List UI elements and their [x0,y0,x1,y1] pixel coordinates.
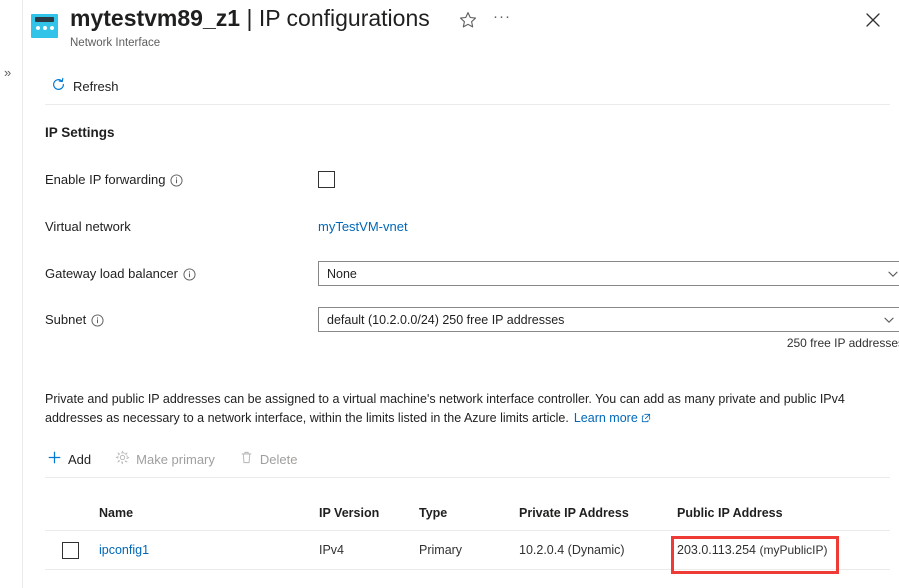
description-body: Private and public IP addresses can be a… [45,392,845,425]
public-ip-value: 203.0.113.254 [677,543,757,557]
external-link-icon [641,410,651,423]
gateway-load-balancer-label: Gateway load balancer [45,266,196,281]
virtual-network-label: Virtual network [45,219,131,234]
page-section-name: IP configurations [258,5,430,31]
table-header-row: Name IP Version Type Private IP Address … [45,496,890,530]
gear-icon [115,450,130,468]
refresh-button[interactable]: Refresh [51,74,119,98]
expand-sidebar-chevron-icon[interactable]: » [4,66,11,79]
refresh-label: Refresh [73,78,119,94]
gateway-load-balancer-value: None [327,266,357,281]
row-select-cell [45,541,99,559]
subnet-value: default (10.2.0.0/24) 250 free IP addres… [327,312,565,327]
ip-settings-heading: IP Settings [45,125,115,140]
toolbar-divider [45,477,890,478]
row-checkbox[interactable] [62,541,79,559]
title-separator: | [246,5,253,31]
make-primary-label: Make primary [136,451,215,467]
cell-name: ipconfig1 [99,543,319,557]
title-area: mytestvm89_z1 | IP configurations Networ… [70,3,430,50]
ip-configurations-table: Name IP Version Type Private IP Address … [45,496,890,570]
header-divider [45,104,890,105]
cell-private-ip: 10.2.0.4 (Dynamic) [519,543,625,557]
delete-label: Delete [259,451,298,467]
enable-ip-forwarding-label: Enable IP forwarding [45,172,183,187]
network-interface-icon [31,14,58,38]
subnet-dropdown[interactable]: default (10.2.0.0/24) 250 free IP addres… [318,307,899,332]
resource-type-subtitle: Network Interface [70,37,161,49]
resource-name: mytestvm89_z1 [70,5,241,31]
close-icon[interactable] [861,8,885,32]
info-icon[interactable] [183,268,196,281]
command-bar: Refresh [23,70,899,104]
virtual-network-link[interactable]: myTestVM-vnet [318,219,408,234]
delete-button[interactable]: Delete [237,445,300,473]
cell-type: Primary [419,543,463,557]
column-header-private-ip[interactable]: Private IP Address [519,506,677,520]
more-options-icon[interactable]: ··· [491,8,513,28]
column-header-name[interactable]: Name [99,506,319,520]
subnet-label: Subnet [45,312,104,327]
chevron-down-icon [887,268,899,280]
blade-header: mytestvm89_z1 | IP configurations Networ… [23,0,899,58]
ip-description-text: Private and public IP addresses can be a… [45,390,890,428]
gateway-load-balancer-dropdown[interactable]: None [318,261,899,286]
ipconfig-link[interactable]: ipconfig1 [99,543,149,557]
enable-ip-forwarding-checkbox[interactable] [318,171,335,188]
column-header-ip-version[interactable]: IP Version [319,506,419,520]
public-ip-resource-name: (myPublicIP) [759,543,828,557]
info-icon[interactable] [170,174,183,187]
table-row[interactable]: ipconfig1 IPv4 Primary 10.2.0.4 (Dynamic… [45,531,890,569]
blade-panel: mytestvm89_z1 | IP configurations Networ… [22,0,899,588]
cell-ip-version: IPv4 [319,543,345,557]
make-primary-button[interactable]: Make primary [113,445,217,473]
subnet-helper-text: 250 free IP addresses [786,336,899,350]
star-icon[interactable] [458,10,478,30]
plus-icon [47,450,62,468]
add-button[interactable]: Add [45,445,93,473]
table-row-divider [45,569,890,570]
trash-icon [239,450,254,468]
refresh-icon [51,77,66,95]
cell-public-ip: 203.0.113.254 (myPublicIP) [677,543,877,557]
table-command-bar: Add Make primary Delete [45,443,890,475]
page-title: mytestvm89_z1 | IP configurations [70,3,430,33]
add-label: Add [68,451,92,467]
info-icon[interactable] [91,314,104,327]
column-header-public-ip[interactable]: Public IP Address [677,506,877,520]
learn-more-link[interactable]: Learn more [574,411,638,425]
column-header-type[interactable]: Type [419,506,519,520]
collapsed-left-rail: » [0,0,22,588]
chevron-down-icon [883,314,895,326]
